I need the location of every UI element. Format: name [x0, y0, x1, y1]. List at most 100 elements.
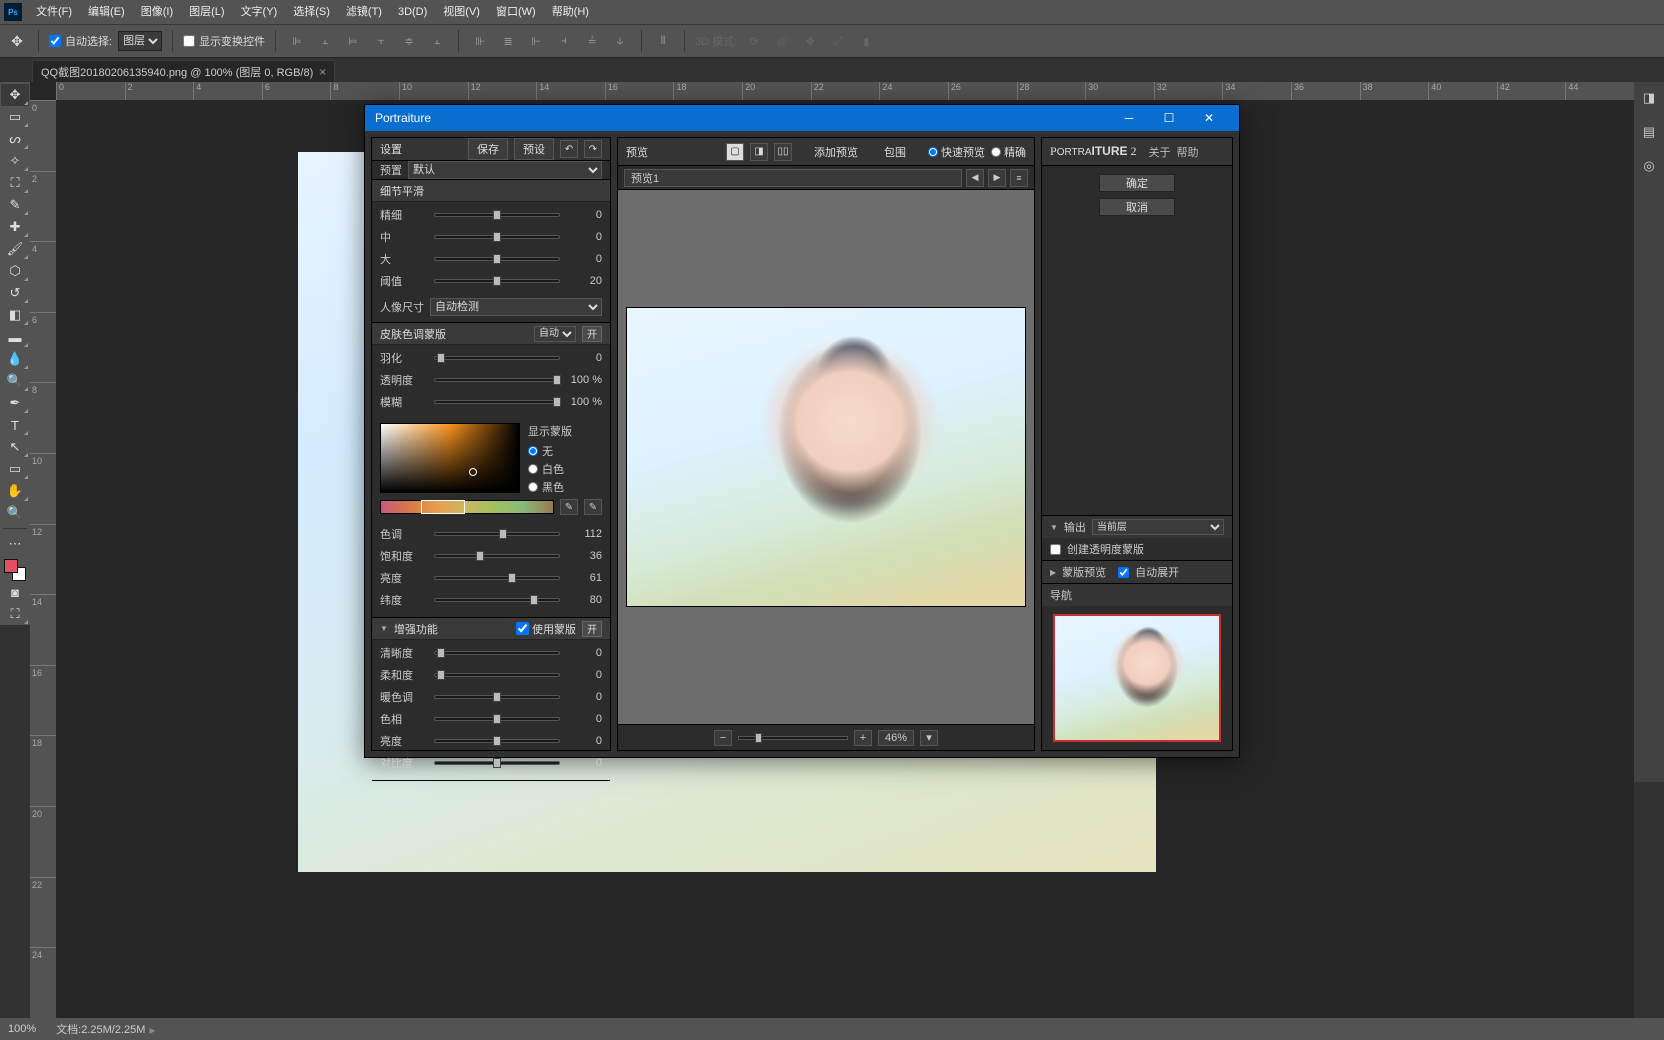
- mask-opt-black[interactable]: 黑色: [528, 479, 572, 495]
- preview-area[interactable]: [618, 190, 1034, 724]
- history-brush-tool[interactable]: ↺: [1, 282, 29, 304]
- slider-track[interactable]: [434, 576, 560, 580]
- brush-tool[interactable]: 🖌: [1, 238, 29, 260]
- about-link[interactable]: 关于: [1149, 144, 1171, 160]
- slider-track[interactable]: [434, 717, 560, 721]
- next-icon[interactable]: ▶: [988, 169, 1006, 187]
- quickmask-tool[interactable]: ◙: [1, 581, 29, 603]
- distribute-icon[interactable]: ⫴: [652, 30, 674, 52]
- slider-track[interactable]: [434, 554, 560, 558]
- preset-button[interactable]: 预设: [514, 138, 554, 160]
- align-icon[interactable]: ⫠: [426, 30, 448, 52]
- panel-icon[interactable]: ◎: [1639, 156, 1659, 176]
- move-tool[interactable]: ✥: [1, 84, 29, 106]
- panel-icon[interactable]: ◨: [1639, 88, 1659, 108]
- skin-on-button[interactable]: 开: [582, 326, 602, 342]
- preset-select[interactable]: 默认: [408, 161, 602, 179]
- menu-3d[interactable]: 3D(D): [390, 0, 435, 24]
- distribute-icon[interactable]: ⫝: [609, 30, 631, 52]
- mask-opt-none[interactable]: 无: [528, 443, 572, 459]
- undo-button[interactable]: ↶: [560, 140, 578, 158]
- distribute-icon[interactable]: ⊩: [525, 30, 547, 52]
- zoom-menu-button[interactable]: ▾: [920, 730, 938, 746]
- nav-thumbnail[interactable]: [1053, 614, 1221, 742]
- blur-tool[interactable]: 💧: [1, 348, 29, 370]
- distribute-icon[interactable]: ⊪: [469, 30, 491, 52]
- color-swatch[interactable]: [4, 559, 26, 581]
- pen-tool[interactable]: ✒: [1, 392, 29, 414]
- ok-button[interactable]: 确定: [1099, 174, 1175, 192]
- skin-color-picker[interactable]: [380, 423, 520, 493]
- edit-toolbar[interactable]: ⋯: [1, 533, 29, 555]
- eyedropper-tool[interactable]: ✎: [1, 194, 29, 216]
- slider-track[interactable]: [434, 213, 560, 217]
- magic-wand-tool[interactable]: ✧: [1, 150, 29, 172]
- slider-track[interactable]: [434, 378, 560, 382]
- doc-tab[interactable]: QQ截图20180206135940.png @ 100% (图层 0, RGB…: [32, 60, 335, 82]
- menu-help[interactable]: 帮助(H): [544, 0, 597, 24]
- opacity-mask-check[interactable]: [1050, 544, 1061, 555]
- slider-track[interactable]: [434, 279, 560, 283]
- slider-track[interactable]: [434, 739, 560, 743]
- align-icon[interactable]: ⫟: [370, 30, 392, 52]
- slider-track[interactable]: [434, 761, 560, 765]
- hue-bar[interactable]: [380, 500, 554, 514]
- menu-text[interactable]: 文字(Y): [233, 0, 286, 24]
- eraser-tool[interactable]: ◧: [1, 304, 29, 326]
- lasso-tool[interactable]: ᔕ: [1, 128, 29, 150]
- zoom-value[interactable]: 46%: [878, 730, 914, 746]
- slider-track[interactable]: [434, 356, 560, 360]
- dodge-tool[interactable]: 🔍: [1, 370, 29, 392]
- menu-layer[interactable]: 图层(L): [181, 0, 232, 24]
- gradient-tool[interactable]: ▬: [1, 326, 29, 348]
- portrait-size-select[interactable]: 自动检测: [430, 298, 602, 316]
- view-single-icon[interactable]: ▢: [726, 143, 744, 161]
- hand-tool[interactable]: ✋: [1, 480, 29, 502]
- eyedropper-plus-icon[interactable]: ✎: [584, 499, 602, 515]
- mask-opt-white[interactable]: 白色: [528, 461, 572, 477]
- precise-radio[interactable]: 精确: [991, 144, 1026, 160]
- help-link[interactable]: 帮助: [1177, 144, 1199, 160]
- panel-icon[interactable]: ▤: [1639, 122, 1659, 142]
- use-mask-check[interactable]: 使用蒙版: [516, 621, 576, 637]
- eyedropper-minus-icon[interactable]: ✎: [560, 499, 578, 515]
- menu-window[interactable]: 窗口(W): [488, 0, 544, 24]
- align-icon[interactable]: ⊫: [286, 30, 308, 52]
- distribute-icon[interactable]: ≣: [497, 30, 519, 52]
- align-icon[interactable]: ⫠: [314, 30, 336, 52]
- show-transform-check[interactable]: 显示变换控件: [183, 33, 265, 49]
- auto-select-check[interactable]: 自动选择:: [49, 33, 112, 49]
- align-icon[interactable]: ⊨: [342, 30, 364, 52]
- view-split-h-icon[interactable]: ◨: [750, 143, 768, 161]
- output-select[interactable]: 当前层: [1092, 519, 1224, 535]
- slider-track[interactable]: [434, 532, 560, 536]
- preview-tab[interactable]: 预览1: [624, 169, 962, 187]
- menu-select[interactable]: 选择(S): [285, 0, 338, 24]
- zoom-slider[interactable]: [738, 736, 848, 740]
- zoom-out-button[interactable]: −: [714, 730, 732, 746]
- skin-auto-select[interactable]: 自动: [534, 326, 576, 342]
- save-button[interactable]: 保存: [468, 138, 508, 160]
- cancel-button[interactable]: 取消: [1099, 198, 1175, 216]
- slider-track[interactable]: [434, 598, 560, 602]
- text-tool[interactable]: T: [1, 414, 29, 436]
- include-label[interactable]: 包围: [884, 144, 906, 160]
- path-tool[interactable]: ↖: [1, 436, 29, 458]
- menu-image[interactable]: 图像(I): [133, 0, 181, 24]
- maximize-button[interactable]: ☐: [1149, 105, 1189, 131]
- zoom-tool[interactable]: 🔍: [1, 502, 29, 524]
- menu-icon[interactable]: ≡: [1010, 169, 1028, 187]
- slider-track[interactable]: [434, 235, 560, 239]
- shape-tool[interactable]: ▭: [1, 458, 29, 480]
- stamp-tool[interactable]: ⬡: [1, 260, 29, 282]
- close-button[interactable]: ✕: [1189, 105, 1229, 131]
- align-icon[interactable]: ≑: [398, 30, 420, 52]
- view-split-v-icon[interactable]: ▯▯: [774, 143, 792, 161]
- distribute-icon[interactable]: ≟: [581, 30, 603, 52]
- slider-track[interactable]: [434, 673, 560, 677]
- marquee-tool[interactable]: ▭: [1, 106, 29, 128]
- slider-track[interactable]: [434, 651, 560, 655]
- menu-edit[interactable]: 编辑(E): [80, 0, 133, 24]
- distribute-icon[interactable]: ⫞: [553, 30, 575, 52]
- auto-expand-check[interactable]: [1118, 567, 1129, 578]
